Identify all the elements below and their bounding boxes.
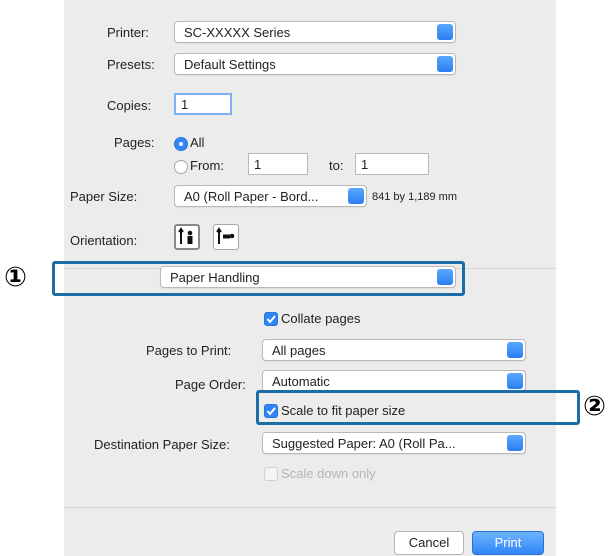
scale-down-only-label: Scale down only [281, 466, 376, 481]
portrait-icon [178, 227, 193, 244]
popup-arrows-icon [437, 56, 453, 72]
pages-to-print-label: Pages to Print: [146, 343, 232, 358]
from-field[interactable]: 1 [248, 153, 308, 175]
paper-dimensions: 841 by 1,189 mm [372, 191, 457, 203]
callout-2-number: ② [583, 391, 606, 422]
collate-label: Collate pages [281, 311, 361, 326]
orientation-label: Orientation: [70, 233, 138, 248]
destination-paper-size-popup[interactable]: Suggested Paper: A0 (Roll Pa... [262, 432, 526, 454]
popup-arrows-icon [437, 24, 453, 40]
destination-paper-size-value: Suggested Paper: A0 (Roll Pa... [272, 436, 456, 451]
page-order-popup[interactable]: Automatic [262, 370, 526, 392]
copies-field[interactable]: 1 [174, 93, 232, 115]
callout-1-highlight [52, 261, 465, 296]
popup-arrows-icon [507, 342, 523, 358]
checkmark-icon [266, 315, 276, 324]
printer-label: Printer: [107, 25, 149, 40]
pages-label: Pages: [114, 135, 155, 150]
page-order-value: Automatic [272, 374, 330, 389]
page-order-label: Page Order: [175, 377, 246, 392]
destination-paper-size-label: Destination Paper Size: [94, 437, 230, 452]
pages-to-print-popup[interactable]: All pages [262, 339, 526, 361]
callout-2-highlight [256, 390, 580, 425]
all-pages-radio[interactable] [174, 137, 188, 151]
presets-label: Presets: [107, 57, 155, 72]
popup-arrows-icon [348, 188, 364, 204]
all-pages-label: All [190, 135, 205, 150]
copies-value: 1 [181, 97, 189, 112]
paper-size-value: A0 (Roll Paper - Bord... [184, 189, 319, 204]
paper-size-label: Paper Size: [70, 189, 138, 204]
copies-label: Copies: [107, 98, 152, 113]
from-pages-radio[interactable] [174, 160, 188, 174]
from-value: 1 [254, 157, 262, 172]
print-button[interactable]: Print [472, 531, 544, 555]
divider [64, 507, 556, 508]
popup-arrows-icon [507, 435, 523, 451]
to-field[interactable]: 1 [355, 153, 429, 175]
to-label: to: [329, 158, 344, 173]
from-label: From: [190, 158, 224, 173]
portrait-orientation-button[interactable] [174, 224, 200, 250]
callout-1-number: ① [4, 262, 27, 293]
printer-value: SC-XXXXX Series [184, 25, 291, 40]
scale-down-only-checkbox[interactable] [264, 467, 278, 481]
presets-value: Default Settings [184, 57, 276, 72]
popup-arrows-icon [507, 373, 523, 389]
collate-checkbox[interactable] [264, 312, 278, 326]
cancel-button[interactable]: Cancel [394, 531, 464, 555]
paper-size-popup[interactable]: A0 (Roll Paper - Bord... [174, 185, 367, 207]
presets-popup[interactable]: Default Settings [174, 53, 456, 75]
printer-popup[interactable]: SC-XXXXX Series [174, 21, 456, 43]
landscape-icon [216, 227, 235, 244]
landscape-orientation-button[interactable] [213, 224, 239, 250]
pages-to-print-value: All pages [272, 343, 326, 358]
to-value: 1 [361, 157, 369, 172]
